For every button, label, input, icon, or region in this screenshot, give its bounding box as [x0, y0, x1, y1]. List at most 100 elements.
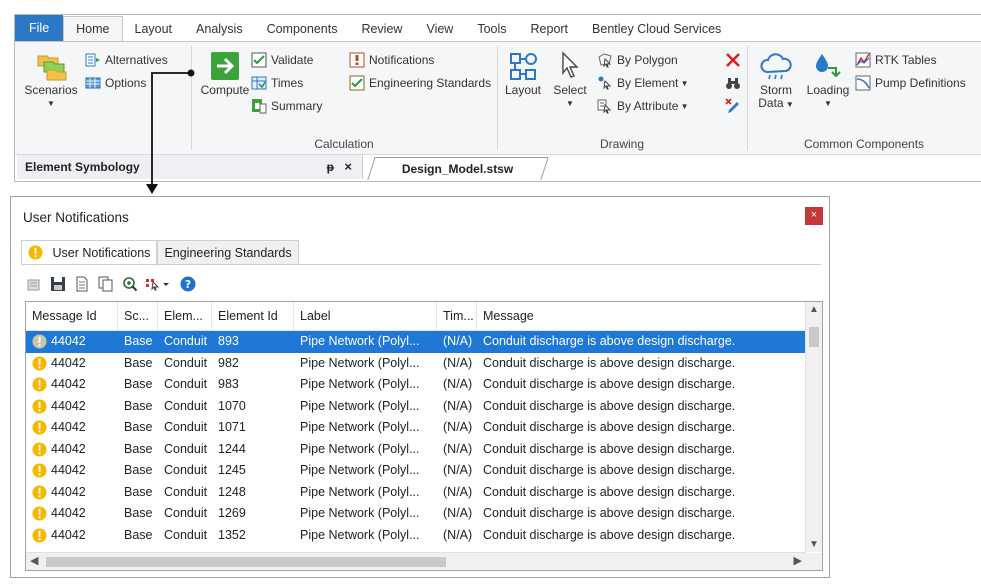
vertical-scroll-thumb[interactable] [809, 327, 819, 347]
table-cell: (N/A) [443, 355, 473, 370]
callout-arrow [146, 69, 195, 194]
column-header[interactable]: Sc... [118, 302, 158, 330]
table-cell: 1071 [218, 420, 246, 434]
table-cell: Conduit discharge is above design discha… [483, 355, 736, 370]
warning-icon [32, 377, 47, 392]
message-id: 44042 [51, 527, 86, 542]
table-row[interactable]: 44042 Base Conduit 983 Pipe Network (Polyl..… [26, 374, 806, 396]
column-header[interactable]: Elem... [158, 302, 212, 330]
table-cell: Base [124, 484, 153, 499]
scroll-right-icon[interactable]: ▶ [794, 553, 802, 570]
message-id: 44042 [51, 334, 86, 348]
table-row[interactable]: 44042 Base Conduit 893 Pipe Network (Polyl..… [26, 331, 806, 353]
message-id: 44042 [51, 355, 86, 370]
copy-icon[interactable] [97, 275, 115, 293]
column-header[interactable]: Message [477, 302, 806, 330]
message-id: 44042 [51, 420, 86, 434]
table-cell: Conduit [164, 355, 208, 370]
horizontal-scrollbar[interactable]: ◀ ▶ [26, 552, 806, 570]
table-cell: 1352 [218, 527, 246, 542]
table-cell: Conduit discharge is above design discha… [483, 441, 736, 456]
table-cell: Pipe Network (Polyl... [300, 527, 420, 542]
table-cell: Base [124, 420, 153, 434]
warning-icon [32, 356, 47, 371]
table-cell: Base [124, 506, 153, 520]
help-icon[interactable]: ? [179, 275, 197, 293]
table-cell: 1245 [218, 463, 246, 477]
table-row[interactable]: 44042 Base Conduit 1248 Pipe Network (Polyl.… [26, 482, 806, 504]
zoom-in-icon[interactable] [121, 275, 139, 293]
table-row[interactable]: 44042 Base Conduit 1352 Pipe Network (Polyl.… [26, 525, 806, 547]
table-row[interactable]: 44042 Base Conduit 982 Pipe Network (Polyl..… [26, 353, 806, 375]
table-cell: 983 [218, 377, 239, 391]
table-cell: Conduit discharge is above design discha… [483, 398, 736, 413]
table-cell: Conduit [164, 398, 208, 413]
table-cell: Pipe Network (Polyl... [300, 398, 420, 413]
table-cell: Pipe Network (Polyl... [300, 334, 420, 348]
tab-engineering-standards-label: Engineering Standards [164, 246, 292, 260]
table-cell: Base [124, 441, 153, 456]
table-cell: Base [124, 377, 153, 391]
table-cell: 44042 [26, 460, 118, 482]
dialog-close-button[interactable]: × [805, 207, 823, 225]
table-cell: Pipe Network (Polyl... [300, 355, 420, 370]
table-row[interactable]: 44042 Base Conduit 1244 Pipe Network (Polyl.… [26, 439, 806, 461]
scrollbar-corner [806, 553, 822, 570]
warning-icon [32, 506, 47, 521]
table-cell: (N/A) [443, 506, 473, 520]
vertical-scrollbar[interactable]: ▲ ▼ [805, 302, 822, 552]
scroll-down-icon[interactable]: ▼ [806, 539, 822, 550]
table-cell: Conduit [164, 484, 208, 499]
horizontal-scroll-thumb[interactable] [46, 557, 446, 567]
table-cell: 893 [218, 334, 239, 348]
save-icon[interactable] [49, 275, 67, 293]
table-cell: Base [124, 355, 153, 370]
table-cell: Pipe Network (Polyl... [300, 484, 420, 499]
table-cell: 44042 [26, 439, 118, 461]
table-cell: 1244 [218, 441, 246, 456]
table-cell: Conduit [164, 334, 208, 348]
column-header[interactable]: Element Id [212, 302, 294, 330]
message-id: 44042 [51, 377, 86, 391]
warning-icon [28, 245, 43, 260]
warning-icon [32, 485, 47, 500]
table-cell: Conduit discharge is above design discha… [483, 377, 736, 391]
svg-text:?: ? [185, 278, 191, 291]
column-header[interactable]: Label [294, 302, 437, 330]
message-id: 44042 [51, 441, 86, 456]
table-cell: (N/A) [443, 334, 473, 348]
table-cell: Conduit discharge is above design discha… [483, 463, 736, 477]
scroll-up-icon[interactable]: ▲ [806, 304, 822, 315]
dialog-title: User Notifications [23, 210, 129, 225]
table-header: Message Id Sc... Elem... Element Id Label Tim… [26, 302, 806, 331]
table-cell: Conduit [164, 506, 208, 520]
column-header[interactable]: Message Id [26, 302, 118, 330]
tab-engineering-standards[interactable]: Engineering Standards [157, 240, 299, 265]
tab-user-notifications[interactable]: User Notifications [21, 240, 158, 266]
table-cell: Pipe Network (Polyl... [300, 506, 420, 520]
tab-user-notifications-label: User Notifications [52, 246, 151, 260]
dialog-tabs: User Notifications Engineering Standards [21, 240, 299, 266]
select-in-drawing-icon[interactable] [145, 275, 173, 293]
table-row[interactable]: 44042 Base Conduit 1071 Pipe Network (Polyl.… [26, 417, 806, 439]
table-cell: Conduit discharge is above design discha… [483, 334, 736, 348]
report-icon[interactable] [73, 275, 91, 293]
zoom-to-icon[interactable] [25, 275, 43, 293]
dialog-toolbar: ? [25, 273, 197, 295]
warning-icon [32, 463, 47, 478]
tab-divider [21, 264, 821, 265]
table-cell: 44042 [26, 525, 118, 547]
table-cell: Conduit discharge is above design discha… [483, 420, 736, 434]
table-cell: Conduit discharge is above design discha… [483, 527, 736, 542]
table-cell: Conduit [164, 377, 208, 391]
table-row[interactable]: 44042 Base Conduit 1269 Pipe Network (Polyl.… [26, 503, 806, 525]
message-id: 44042 [51, 463, 86, 477]
column-header[interactable]: Tim... [437, 302, 477, 330]
table-cell: (N/A) [443, 463, 473, 477]
scroll-left-icon[interactable]: ◀ [30, 553, 38, 570]
table-row[interactable]: 44042 Base Conduit 1245 Pipe Network (Polyl.… [26, 460, 806, 482]
table-cell: (N/A) [443, 441, 473, 456]
table-cell: 44042 [26, 353, 118, 375]
table-cell: Base [124, 398, 153, 413]
table-row[interactable]: 44042 Base Conduit 1070 Pipe Network (Polyl.… [26, 396, 806, 418]
